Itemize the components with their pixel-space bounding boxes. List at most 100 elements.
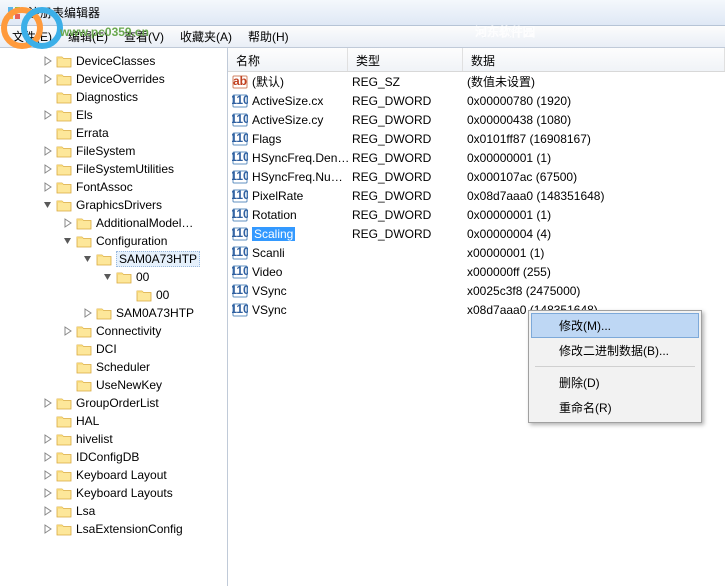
table-row[interactable]: FlagsREG_DWORD0x0101ff87 (16908167)	[228, 129, 725, 148]
table-row[interactable]: ActiveSize.cyREG_DWORD0x00000438 (1080)	[228, 110, 725, 129]
value-data: (数值未设置)	[463, 73, 725, 90]
tree-label: GraphicsDrivers	[76, 198, 162, 212]
expand-icon[interactable]	[42, 163, 54, 175]
collapse-icon[interactable]	[102, 271, 114, 283]
expand-icon[interactable]	[42, 487, 54, 499]
tree-item[interactable]: Lsa	[0, 502, 227, 520]
expand-icon[interactable]	[62, 217, 74, 229]
tree-label: 00	[156, 288, 169, 302]
value-type: REG_DWORD	[348, 113, 463, 127]
tree-item[interactable]: hivelist	[0, 430, 227, 448]
menu-modify-binary[interactable]: 修改二进制数据(B)...	[531, 338, 699, 363]
value-type: REG_SZ	[348, 75, 463, 89]
table-row[interactable]: (默认)REG_SZ(数值未设置)	[228, 72, 725, 91]
tree-item[interactable]: LsaExtensionConfig	[0, 520, 227, 538]
menu-favorites[interactable]: 收藏夹(A)	[174, 26, 238, 47]
tree-item[interactable]: HAL	[0, 412, 227, 430]
collapse-icon[interactable]	[62, 235, 74, 247]
menu-rename[interactable]: 重命名(R)	[531, 395, 699, 420]
tree-item[interactable]: Keyboard Layouts	[0, 484, 227, 502]
expand-icon[interactable]	[42, 109, 54, 121]
table-row[interactable]: RotationREG_DWORD0x00000001 (1)	[228, 205, 725, 224]
expand-icon[interactable]	[82, 307, 94, 319]
table-row[interactable]: HSyncFreq.Den…REG_DWORD0x00000001 (1)	[228, 148, 725, 167]
value-data: 0x00000001 (1)	[463, 151, 725, 165]
menu-edit[interactable]: 编辑(E)	[62, 26, 114, 47]
value-data: 0x00000438 (1080)	[463, 113, 725, 127]
value-data: 0x0101ff87 (16908167)	[463, 132, 725, 146]
folder-icon	[76, 234, 92, 248]
tree-item[interactable]: 00	[0, 268, 227, 286]
col-header-name[interactable]: 名称	[228, 48, 348, 71]
value-type: REG_DWORD	[348, 151, 463, 165]
tree-item[interactable]: IDConfigDB	[0, 448, 227, 466]
expand-icon[interactable]	[42, 397, 54, 409]
tree-item[interactable]: Errata	[0, 124, 227, 142]
expand-icon[interactable]	[42, 181, 54, 193]
table-row[interactable]: PixelRateREG_DWORD0x08d7aaa0 (148351648)	[228, 186, 725, 205]
dword-value-icon	[232, 302, 248, 318]
folder-icon	[56, 414, 72, 428]
titlebar: 注册表编辑器	[0, 0, 725, 26]
folder-icon	[56, 54, 72, 68]
tree-item[interactable]: FileSystem	[0, 142, 227, 160]
expand-icon[interactable]	[42, 505, 54, 517]
tree-item[interactable]: SAM0A73HTP	[0, 304, 227, 322]
tree-item[interactable]: Connectivity	[0, 322, 227, 340]
tree-item[interactable]: DeviceClasses	[0, 52, 227, 70]
tree-item[interactable]: Diagnostics	[0, 88, 227, 106]
table-row[interactable]: HSyncFreq.Nu…REG_DWORD0x000107ac (67500)	[228, 167, 725, 186]
table-row[interactable]: ScalingREG_DWORD0x00000004 (4)	[228, 224, 725, 243]
tree-item[interactable]: Configuration	[0, 232, 227, 250]
table-row[interactable]: VSyncx0025c3f8 (2475000)	[228, 281, 725, 300]
tree-item[interactable]: FontAssoc	[0, 178, 227, 196]
tree-item[interactable]: AdditionalModel…	[0, 214, 227, 232]
menu-view[interactable]: 查看(V)	[118, 26, 170, 47]
value-data: 0x000107ac (67500)	[463, 170, 725, 184]
tree-item[interactable]: Keyboard Layout	[0, 466, 227, 484]
tree-label: DeviceOverrides	[76, 72, 165, 86]
expand-icon[interactable]	[62, 325, 74, 337]
table-row[interactable]: Scanlix00000001 (1)	[228, 243, 725, 262]
collapse-icon[interactable]	[82, 253, 94, 265]
folder-icon	[56, 144, 72, 158]
dword-value-icon	[232, 264, 248, 280]
tree-item[interactable]: UseNewKey	[0, 376, 227, 394]
tree-item[interactable]: DeviceOverrides	[0, 70, 227, 88]
expand-icon[interactable]	[42, 73, 54, 85]
expand-icon[interactable]	[42, 55, 54, 67]
value-name: Scaling	[252, 227, 295, 241]
value-name: VSync	[252, 303, 287, 317]
tree-item[interactable]: 00	[0, 286, 227, 304]
menu-modify[interactable]: 修改(M)...	[531, 313, 699, 338]
value-name: Video	[252, 265, 282, 279]
value-name: PixelRate	[252, 189, 303, 203]
collapse-icon[interactable]	[42, 199, 54, 211]
expand-icon[interactable]	[42, 523, 54, 535]
col-header-data[interactable]: 数据	[463, 48, 725, 71]
tree-item[interactable]: SAM0A73HTP	[0, 250, 227, 268]
context-menu: 修改(M)... 修改二进制数据(B)... 删除(D) 重命名(R)	[528, 310, 702, 423]
table-row[interactable]: Videox000000ff (255)	[228, 262, 725, 281]
value-name: ActiveSize.cx	[252, 94, 323, 108]
menu-file[interactable]: 文件(E)	[6, 26, 58, 47]
folder-icon	[76, 360, 92, 374]
tree-item[interactable]: Els	[0, 106, 227, 124]
value-data: 0x08d7aaa0 (148351648)	[463, 189, 725, 203]
col-header-type[interactable]: 类型	[348, 48, 463, 71]
no-expand-icon	[62, 361, 74, 373]
tree-item[interactable]: FileSystemUtilities	[0, 160, 227, 178]
tree-item[interactable]: DCI	[0, 340, 227, 358]
menu-delete[interactable]: 删除(D)	[531, 370, 699, 395]
menu-help[interactable]: 帮助(H)	[242, 26, 295, 47]
tree-item[interactable]: GroupOrderList	[0, 394, 227, 412]
tree-item[interactable]: Scheduler	[0, 358, 227, 376]
tree-label: GroupOrderList	[76, 396, 159, 410]
value-data: 0x00000001 (1)	[463, 208, 725, 222]
expand-icon[interactable]	[42, 145, 54, 157]
expand-icon[interactable]	[42, 469, 54, 481]
expand-icon[interactable]	[42, 451, 54, 463]
expand-icon[interactable]	[42, 433, 54, 445]
tree-item[interactable]: GraphicsDrivers	[0, 196, 227, 214]
table-row[interactable]: ActiveSize.cxREG_DWORD0x00000780 (1920)	[228, 91, 725, 110]
